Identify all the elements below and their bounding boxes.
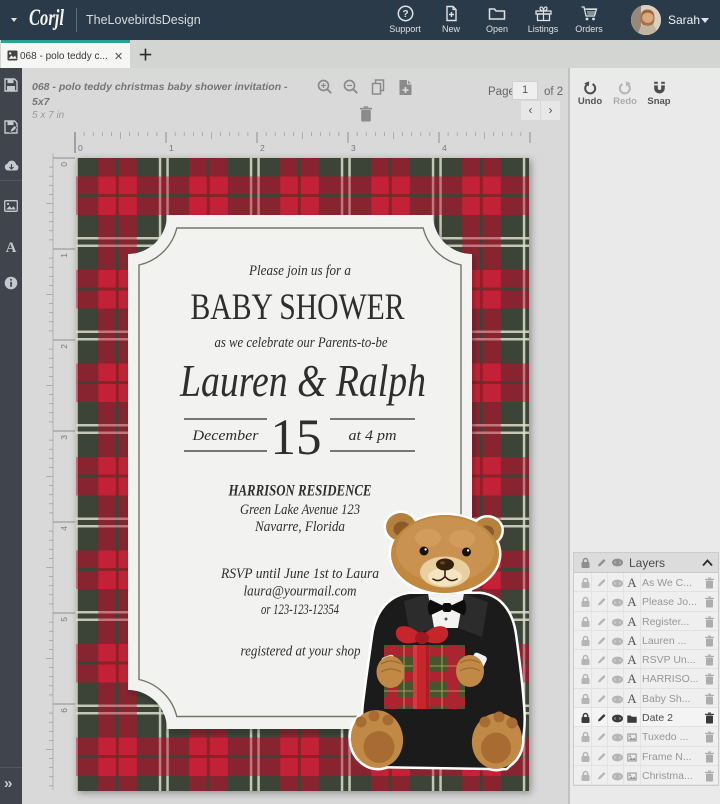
svg-text:registered at your shop: registered at your shop — [241, 644, 361, 660]
svg-text:15: 15 — [271, 410, 322, 466]
svg-text:laura@yourmail.com: laura@yourmail.com — [244, 584, 357, 600]
svg-text:3: 3 — [59, 435, 69, 440]
svg-text:December: December — [191, 428, 258, 444]
svg-text:Please join us for a: Please join us for a — [248, 263, 351, 279]
svg-text:4: 4 — [59, 526, 69, 531]
svg-text:0: 0 — [78, 143, 83, 153]
svg-text:2: 2 — [59, 344, 69, 349]
svg-text:6: 6 — [59, 708, 69, 713]
svg-text:as we celebrate our Parents-to: as we celebrate our Parents-to-be — [215, 335, 388, 351]
svg-text:5: 5 — [59, 617, 69, 622]
svg-text:BABY SHOWER: BABY SHOWER — [191, 287, 405, 328]
svg-text:RSVP until June 1st to Laura: RSVP until June 1st to Laura — [220, 566, 379, 582]
svg-text:2: 2 — [260, 143, 265, 153]
svg-text:Green Lake Avenue 123: Green Lake Avenue 123 — [240, 502, 360, 518]
svg-text:at 4 pm: at 4 pm — [349, 428, 397, 444]
svg-text:1: 1 — [59, 253, 69, 258]
svg-text:4: 4 — [442, 143, 447, 153]
svg-text:or 123-123-12354: or 123-123-12354 — [261, 602, 339, 618]
svg-text:3: 3 — [351, 143, 356, 153]
svg-text:0: 0 — [59, 162, 69, 167]
svg-text:Lauren & Ralph: Lauren & Ralph — [179, 355, 426, 406]
svg-text:?: ? — [402, 9, 408, 20]
svg-text:1: 1 — [169, 143, 174, 153]
svg-text:Navarre, Florida: Navarre, Florida — [254, 519, 345, 535]
svg-text:HARRISON RESIDENCE: HARRISON RESIDENCE — [228, 483, 372, 500]
